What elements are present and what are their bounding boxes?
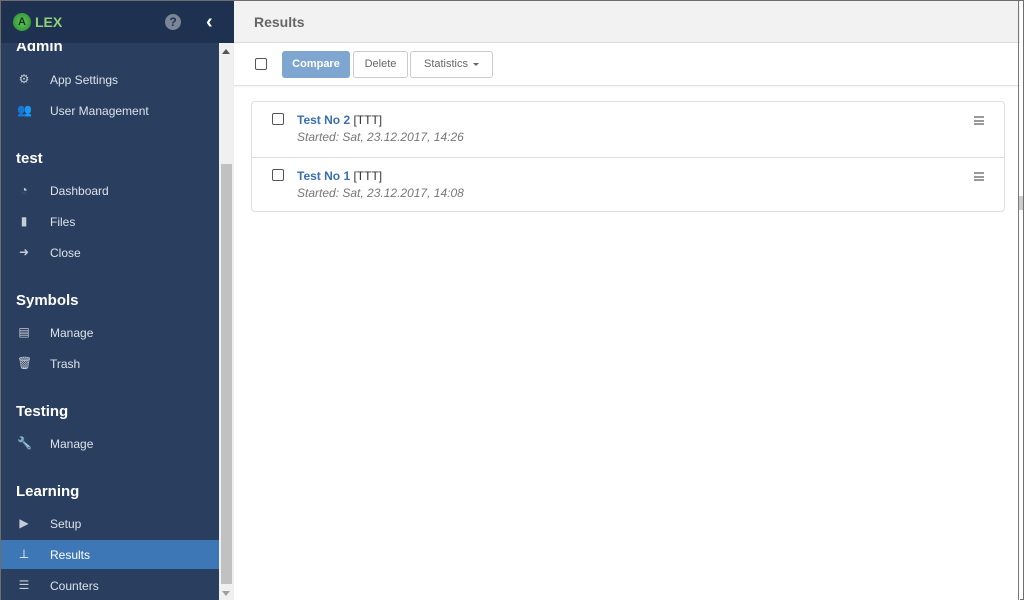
- sidebar-item-user-management[interactable]: 👥 User Management: [1, 96, 219, 125]
- result-link[interactable]: Test No 2: [297, 113, 350, 127]
- sidebar-scrollbar[interactable]: [219, 43, 234, 600]
- result-checkbox[interactable]: [272, 113, 284, 125]
- caret-down-icon: [473, 62, 479, 66]
- page-header: Results: [234, 1, 1020, 43]
- cogs-icon: ⚙: [18, 72, 30, 86]
- sidebar-item-label: Close: [50, 246, 81, 260]
- window-scrollbar[interactable]: [1018, 1, 1019, 600]
- sidebar-item-label: User Management: [50, 104, 149, 118]
- sign-out-icon: ➜: [18, 245, 30, 259]
- page-title: Results: [254, 14, 305, 30]
- delete-button[interactable]: Delete: [353, 51, 408, 78]
- sidebar-item-counters[interactable]: ☰ Counters: [1, 571, 219, 600]
- logo-icon[interactable]: A: [13, 13, 31, 31]
- sidebar-item-results[interactable]: ⊥ Results: [1, 540, 219, 569]
- results-toolbar: Compare Delete Statistics: [234, 43, 1020, 86]
- result-link[interactable]: Test No 1: [297, 169, 350, 183]
- brand-name[interactable]: LEX: [35, 14, 62, 30]
- result-title: Test No 1 [TTT]: [297, 169, 382, 183]
- sitemap-icon: ⊥: [18, 547, 30, 561]
- result-started: Started: Sat, 23.12.2017, 14:26: [297, 130, 464, 144]
- sidebar-item-dashboard[interactable]: ◔ Dashboard: [1, 176, 219, 205]
- dashboard-icon: ◔: [20, 183, 28, 197]
- result-tag: [TTT]: [353, 169, 383, 183]
- results-list: Test No 2 [TTT] Started: Sat, 23.12.2017…: [251, 101, 1005, 212]
- sidebar-item-label: Manage: [50, 326, 94, 340]
- sidebar-item-app-settings[interactable]: ⚙ App Settings: [1, 65, 219, 94]
- list-item: Test No 2 [TTT] Started: Sat, 23.12.2017…: [252, 102, 1004, 157]
- sidebar-item-label: Trash: [50, 357, 81, 371]
- sidebar-item-close[interactable]: ➜ Close: [1, 238, 219, 267]
- hamburger-menu-icon[interactable]: [974, 116, 984, 125]
- compare-button[interactable]: Compare: [282, 51, 350, 78]
- section-title-testing: Testing: [16, 403, 69, 420]
- statistics-label: Statistics: [423, 58, 468, 70]
- section-title-admin: Admin: [16, 43, 63, 55]
- sidebar-item-label: Counters: [50, 579, 99, 593]
- sidebar-scrollbar-thumb[interactable]: [221, 164, 232, 584]
- result-started: Started: Sat, 23.12.2017, 14:08: [297, 186, 464, 200]
- scroll-down-arrow-icon[interactable]: [222, 591, 230, 596]
- sidebar-item-files[interactable]: ▮ Files: [1, 207, 219, 236]
- sidebar-item-label: App Settings: [50, 73, 119, 87]
- users-icon: 👥: [17, 103, 32, 117]
- result-tag: [TTT]: [353, 113, 383, 127]
- list-alt-icon: ▤: [18, 325, 30, 339]
- sidebar-item-label: Dashboard: [50, 184, 109, 198]
- main-content: Results Compare Delete Statistics Test N…: [234, 1, 1020, 600]
- statistics-dropdown-button[interactable]: Statistics: [410, 51, 493, 78]
- result-title: Test No 2 [TTT]: [297, 113, 382, 127]
- sidebar-item-label: Manage: [50, 437, 94, 451]
- sidebar: A LEX ? ‹ Admin ⚙ App Settings 👥 User Ma…: [1, 1, 234, 600]
- scroll-up-arrow-icon[interactable]: [222, 49, 230, 54]
- file-icon: ▮: [20, 214, 28, 228]
- list-ol-icon: ☰: [18, 578, 30, 592]
- sidebar-item-symbols-manage[interactable]: ▤ Manage: [1, 318, 219, 347]
- result-checkbox[interactable]: [272, 169, 284, 181]
- list-item: Test No 1 [TTT] Started: Sat, 23.12.2017…: [252, 157, 1004, 212]
- section-title-test: test: [16, 150, 43, 167]
- sidebar-item-setup[interactable]: ▶ Setup: [1, 509, 219, 538]
- sidebar-item-label: Setup: [50, 517, 82, 531]
- trash-icon: 🗑: [17, 356, 33, 370]
- help-icon[interactable]: ?: [165, 14, 181, 30]
- section-title-learning: Learning: [16, 483, 80, 500]
- wrench-icon: 🔧: [17, 436, 32, 450]
- select-all-checkbox[interactable]: [255, 58, 267, 70]
- sidebar-item-label: Results: [50, 548, 91, 562]
- sidebar-item-trash[interactable]: 🗑 Trash: [1, 349, 219, 378]
- hamburger-menu-icon[interactable]: [974, 172, 984, 181]
- sidebar-item-testing-manage[interactable]: 🔧 Manage: [1, 429, 219, 458]
- section-title-symbols: Symbols: [16, 292, 79, 309]
- brand-bar: A LEX ? ‹: [1, 1, 234, 43]
- collapse-sidebar-icon[interactable]: ‹: [206, 10, 213, 34]
- window-scrollbar-thumb[interactable]: [1019, 196, 1023, 210]
- sidebar-item-label: Files: [50, 215, 76, 229]
- sidebar-nav: Admin ⚙ App Settings 👥 User Management t…: [1, 43, 219, 600]
- play-icon: ▶: [19, 516, 29, 530]
